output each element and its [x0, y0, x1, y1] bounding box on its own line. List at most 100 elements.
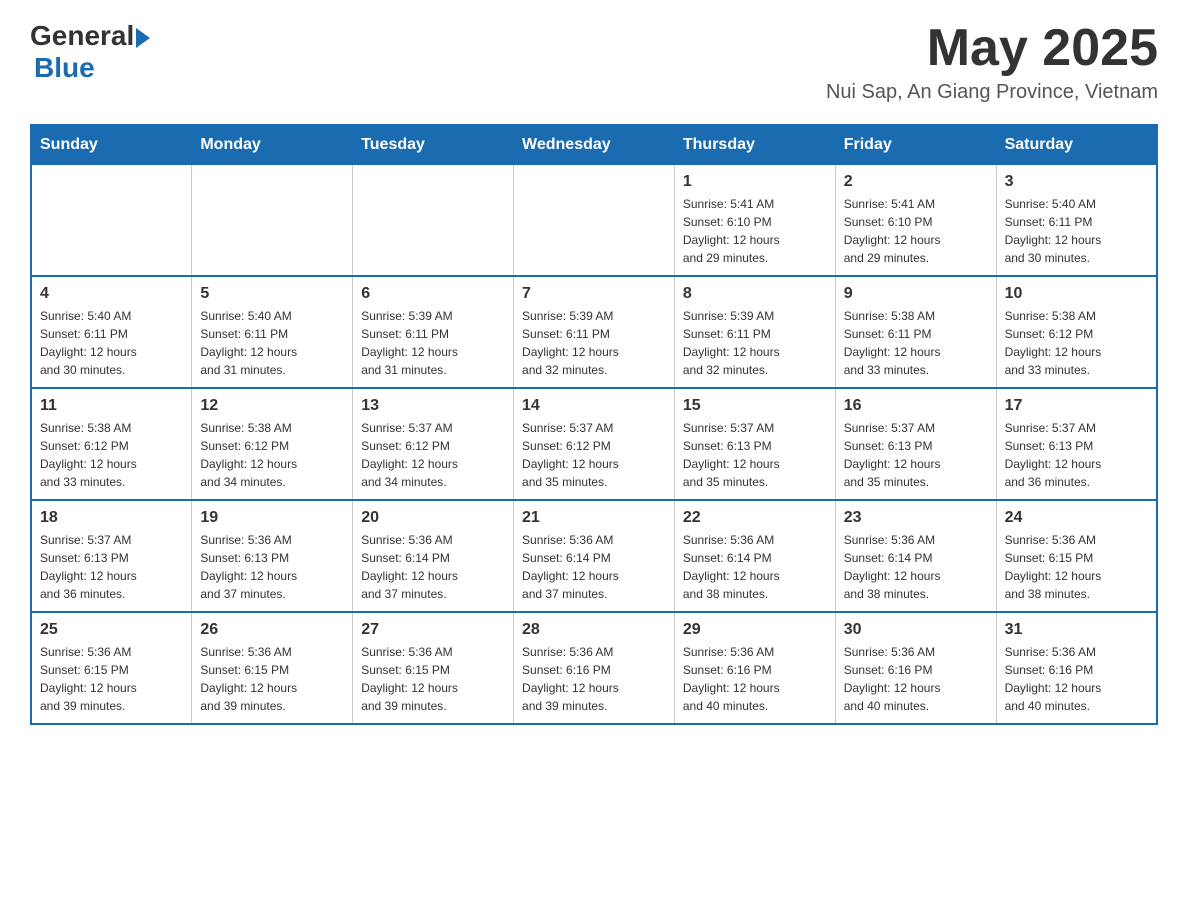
table-row: 13 Sunrise: 5:37 AM Sunset: 6:12 PM Dayli…	[353, 388, 514, 500]
day-number: 11	[40, 397, 183, 415]
day-info: Sunrise: 5:36 AM Sunset: 6:15 PM Dayligh…	[40, 643, 183, 715]
day-info: Sunrise: 5:40 AM Sunset: 6:11 PM Dayligh…	[40, 307, 183, 379]
month-title: May 2025	[826, 20, 1158, 77]
table-row: 11Sunrise: 5:38 AM Sunset: 6:12 PM Dayli…	[31, 388, 192, 500]
table-row: 18 Sunrise: 5:37 AM Sunset: 6:13 PM Dayli…	[31, 500, 192, 612]
table-row: 21 Sunrise: 5:36 AM Sunset: 6:14 PM Dayli…	[514, 500, 675, 612]
day-info: Sunrise: 5:41 AM Sunset: 6:10 PM Dayligh…	[683, 195, 827, 267]
table-row: 2 Sunrise: 5:41 AM Sunset: 6:10 PM Daylig…	[835, 165, 996, 277]
day-number: 7	[522, 285, 666, 303]
table-row: 14Sunrise: 5:37 AM Sunset: 6:12 PM Dayli…	[514, 388, 675, 500]
day-number: 5	[200, 285, 344, 303]
day-number: 9	[844, 285, 988, 303]
day-info: Sunrise: 5:36 AM Sunset: 6:15 PM Dayligh…	[1005, 531, 1148, 603]
day-number: 23	[844, 509, 988, 527]
table-row	[353, 165, 514, 277]
day-number: 8	[683, 285, 827, 303]
day-number: 1	[683, 173, 827, 191]
day-number: 12	[200, 397, 344, 415]
day-info: Sunrise: 5:37 AM Sunset: 6:13 PM Dayligh…	[683, 419, 827, 491]
table-row: 15 Sunrise: 5:37 AM Sunset: 6:13 PM Dayli…	[674, 388, 835, 500]
table-row: 30 Sunrise: 5:36 AM Sunset: 6:16 PM Dayli…	[835, 612, 996, 724]
calendar-week-3: 11 Sunrise: 5:38 AM Sunset: 6:12 PM Dayli…	[31, 388, 1157, 500]
table-row: 27 Sunrise: 5:36 AM Sunset: 6:15 PM Dayli…	[353, 612, 514, 724]
day-number: 22	[683, 509, 827, 527]
day-info: Sunrise: 5:36 AM Sunset: 6:15 PM Dayligh…	[361, 643, 505, 715]
location-subtitle: Nui Sap, An Giang Province, Vietnam	[826, 81, 1158, 104]
day-number: 18	[40, 509, 183, 527]
logo-general-text: General	[30, 20, 134, 52]
day-info: Sunrise: 5:36 AM Sunset: 6:16 PM Dayligh…	[683, 643, 827, 715]
day-number: 25	[40, 621, 183, 639]
day-info: Sunrise: 5:39 AM Sunset: 6:11 PM Dayligh…	[683, 307, 827, 379]
day-info: Sunrise: 5:36 AM Sunset: 6:16 PM Dayligh…	[844, 643, 988, 715]
table-row: 12 Sunrise: 5:38 AM Sunset: 6:12 PM Dayli…	[192, 388, 353, 500]
col-saturday: Saturday	[996, 125, 1157, 165]
table-row: 5Sunrise: 5:40 AM Sunset: 6:11 PM Daylig…	[192, 276, 353, 388]
day-info: Sunrise: 5:39 AM Sunset: 6:11 PM Dayligh…	[522, 307, 666, 379]
day-number: 21	[522, 509, 666, 527]
day-number: 16	[844, 397, 988, 415]
col-friday: Friday	[835, 125, 996, 165]
day-number: 28	[522, 621, 666, 639]
day-number: 26	[200, 621, 344, 639]
table-row: 22 Sunrise: 5:36 AM Sunset: 6:14 PM Dayli…	[674, 500, 835, 612]
logo: General Blue	[30, 20, 150, 84]
day-info: Sunrise: 5:37 AM Sunset: 6:13 PM Dayligh…	[40, 531, 183, 603]
day-info: Sunrise: 5:36 AM Sunset: 6:14 PM Dayligh…	[683, 531, 827, 603]
logo-arrow-icon	[136, 28, 150, 48]
col-wednesday: Wednesday	[514, 125, 675, 165]
table-row	[192, 165, 353, 277]
table-row	[31, 165, 192, 277]
day-info: Sunrise: 5:39 AM Sunset: 6:11 PM Dayligh…	[361, 307, 505, 379]
day-number: 27	[361, 621, 505, 639]
day-number: 6	[361, 285, 505, 303]
day-number: 3	[1005, 173, 1148, 191]
day-number: 20	[361, 509, 505, 527]
day-number: 24	[1005, 509, 1148, 527]
table-row: 7 Sunrise: 5:39 AM Sunset: 6:11 PM Daylig…	[514, 276, 675, 388]
day-number: 10	[1005, 285, 1148, 303]
table-row: 31 Sunrise: 5:36 AM Sunset: 6:16 PM Dayli…	[996, 612, 1157, 724]
day-number: 31	[1005, 621, 1148, 639]
table-row: 16 Sunrise: 5:37 AM Sunset: 6:13 PM Dayli…	[835, 388, 996, 500]
day-number: 30	[844, 621, 988, 639]
calendar-week-1: 1 Sunrise: 5:41 AM Sunset: 6:10 PM Daylig…	[31, 165, 1157, 277]
table-row: 24 Sunrise: 5:36 AM Sunset: 6:15 PM Dayli…	[996, 500, 1157, 612]
day-number: 2	[844, 173, 988, 191]
day-info: Sunrise: 5:36 AM Sunset: 6:15 PM Dayligh…	[200, 643, 344, 715]
table-row: 19Sunrise: 5:36 AM Sunset: 6:13 PM Dayli…	[192, 500, 353, 612]
title-area: May 2025 Nui Sap, An Giang Province, Vie…	[826, 20, 1158, 104]
day-number: 15	[683, 397, 827, 415]
day-number: 14	[522, 397, 666, 415]
day-number: 19	[200, 509, 344, 527]
col-monday: Monday	[192, 125, 353, 165]
table-row: 8 Sunrise: 5:39 AM Sunset: 6:11 PM Daylig…	[674, 276, 835, 388]
day-info: Sunrise: 5:36 AM Sunset: 6:14 PM Dayligh…	[522, 531, 666, 603]
day-number: 17	[1005, 397, 1148, 415]
day-info: Sunrise: 5:36 AM Sunset: 6:16 PM Dayligh…	[1005, 643, 1148, 715]
day-number: 13	[361, 397, 505, 415]
day-number: 29	[683, 621, 827, 639]
calendar-week-5: 25 Sunrise: 5:36 AM Sunset: 6:15 PM Dayli…	[31, 612, 1157, 724]
table-row: 23 Sunrise: 5:36 AM Sunset: 6:14 PM Dayli…	[835, 500, 996, 612]
table-row: 20 Sunrise: 5:36 AM Sunset: 6:14 PM Dayli…	[353, 500, 514, 612]
table-row: 29 Sunrise: 5:36 AM Sunset: 6:16 PM Dayli…	[674, 612, 835, 724]
day-info: Sunrise: 5:41 AM Sunset: 6:10 PM Dayligh…	[844, 195, 988, 267]
day-info: Sunrise: 5:36 AM Sunset: 6:14 PM Dayligh…	[361, 531, 505, 603]
day-info: Sunrise: 5:37 AM Sunset: 6:13 PM Dayligh…	[844, 419, 988, 491]
col-tuesday: Tuesday	[353, 125, 514, 165]
day-info: Sunrise: 5:37 AM Sunset: 6:12 PM Dayligh…	[361, 419, 505, 491]
table-row: 4Sunrise: 5:40 AM Sunset: 6:11 PM Daylig…	[31, 276, 192, 388]
day-info: Sunrise: 5:38 AM Sunset: 6:11 PM Dayligh…	[844, 307, 988, 379]
table-row: 1 Sunrise: 5:41 AM Sunset: 6:10 PM Daylig…	[674, 165, 835, 277]
col-thursday: Thursday	[674, 125, 835, 165]
table-row: 26 Sunrise: 5:36 AM Sunset: 6:15 PM Dayli…	[192, 612, 353, 724]
day-info: Sunrise: 5:36 AM Sunset: 6:14 PM Dayligh…	[844, 531, 988, 603]
calendar-table: Sunday Monday Tuesday Wednesday Thursday…	[30, 124, 1158, 725]
col-sunday: Sunday	[31, 125, 192, 165]
day-info: Sunrise: 5:36 AM Sunset: 6:16 PM Dayligh…	[522, 643, 666, 715]
day-info: Sunrise: 5:38 AM Sunset: 6:12 PM Dayligh…	[200, 419, 344, 491]
table-row: 28 Sunrise: 5:36 AM Sunset: 6:16 PM Dayli…	[514, 612, 675, 724]
day-info: Sunrise: 5:37 AM Sunset: 6:13 PM Dayligh…	[1005, 419, 1148, 491]
